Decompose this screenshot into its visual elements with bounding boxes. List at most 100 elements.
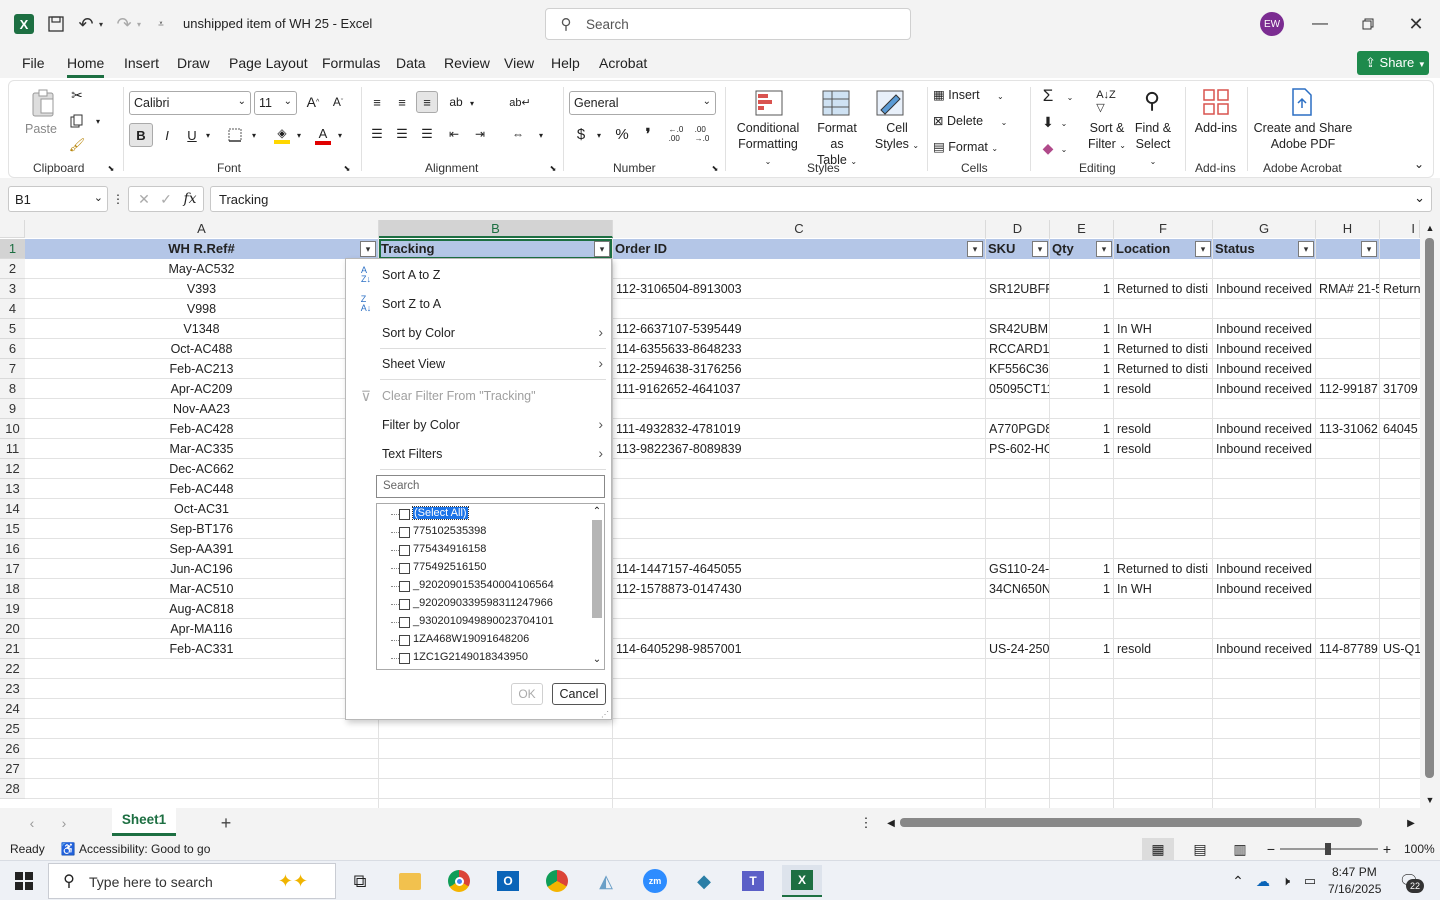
- cell-i[interactable]: [1380, 739, 1420, 759]
- resize-grip-icon[interactable]: ⋰: [600, 709, 610, 719]
- cell-d[interactable]: [986, 739, 1049, 759]
- cell-c[interactable]: 114-1447157-4645055: [613, 559, 985, 579]
- cell-c[interactable]: [613, 719, 985, 739]
- cell-c[interactable]: [613, 519, 985, 539]
- cell-c[interactable]: 112-2594638-3176256: [613, 359, 985, 379]
- scroll-up-icon[interactable]: ▲: [1424, 222, 1436, 234]
- row-header[interactable]: 16: [0, 539, 25, 559]
- create-pdf-icon[interactable]: [1287, 87, 1317, 117]
- cell-a[interactable]: [25, 699, 378, 719]
- row-header[interactable]: 7: [0, 359, 25, 379]
- row-header[interactable]: 20: [0, 619, 25, 639]
- cell-c[interactable]: 112-3106504-8913003: [613, 279, 985, 299]
- fill-dropdown-icon[interactable]: ⌄: [1059, 117, 1069, 129]
- cell-i[interactable]: [1380, 359, 1420, 379]
- filter-value-label[interactable]: 1ZC1G2149018343950: [413, 651, 528, 663]
- list-scroll-thumb[interactable]: [592, 520, 602, 618]
- cell-h[interactable]: [1316, 779, 1379, 799]
- cell-h[interactable]: [1316, 619, 1379, 639]
- cell-c[interactable]: [613, 699, 985, 719]
- cell-c[interactable]: 112-1578873-0147430: [613, 579, 985, 599]
- cell-g[interactable]: [1213, 259, 1315, 279]
- zoom-app-icon[interactable]: zm: [635, 865, 675, 897]
- cell-g[interactable]: [1213, 739, 1315, 759]
- increase-decimal-icon[interactable]: ←.0.00: [665, 123, 687, 145]
- tab-view[interactable]: View: [504, 55, 534, 71]
- header-cell-i[interactable]: [1380, 239, 1420, 259]
- row-header[interactable]: 4: [0, 299, 25, 319]
- cell-d[interactable]: RCCARD10C: [986, 339, 1049, 359]
- cell-g[interactable]: [1213, 779, 1315, 799]
- cell-g[interactable]: Inbound received: [1213, 439, 1315, 459]
- cell-h[interactable]: [1316, 399, 1379, 419]
- row-header[interactable]: 11: [0, 439, 25, 459]
- delete-cells-button[interactable]: ⊠ Delete ⌄: [933, 113, 1007, 131]
- paste-button[interactable]: Paste: [25, 121, 57, 137]
- tab-insert[interactable]: Insert: [124, 55, 159, 71]
- cell-f[interactable]: [1114, 539, 1212, 559]
- onedrive-icon[interactable]: ☁: [1252, 871, 1274, 891]
- cell-e[interactable]: [1050, 679, 1113, 699]
- cell-h[interactable]: [1316, 479, 1379, 499]
- more-options-icon[interactable]: ⋮: [112, 190, 124, 208]
- row-header[interactable]: 2: [0, 259, 25, 279]
- cell-c[interactable]: [613, 779, 985, 799]
- bottom-align-icon[interactable]: ≡: [416, 91, 438, 113]
- cell-h[interactable]: [1316, 439, 1379, 459]
- zoom-slider-handle[interactable]: [1325, 843, 1331, 855]
- copy-icon[interactable]: [67, 111, 87, 131]
- cell-c[interactable]: [613, 539, 985, 559]
- cell-i[interactable]: [1380, 619, 1420, 639]
- cell-d[interactable]: GS110-24-I: [986, 559, 1049, 579]
- cell-g[interactable]: Inbound received: [1213, 379, 1315, 399]
- filter-checkbox[interactable]: [399, 653, 410, 664]
- column-header-a[interactable]: A: [25, 220, 379, 238]
- filter-checkbox[interactable]: [399, 545, 410, 556]
- row-header[interactable]: 28: [0, 779, 25, 799]
- cell-f[interactable]: [1114, 659, 1212, 679]
- undo-icon[interactable]: ↶: [74, 12, 98, 36]
- cell-h[interactable]: [1316, 719, 1379, 739]
- cell-f[interactable]: Returned to disti: [1114, 339, 1212, 359]
- filter-checkbox[interactable]: [399, 581, 410, 592]
- alignment-launcher-icon[interactable]: ⬊: [548, 163, 558, 173]
- cell-d[interactable]: [986, 299, 1049, 319]
- cell-a[interactable]: Apr-MA116: [25, 619, 378, 639]
- cell-d[interactable]: [986, 759, 1049, 779]
- column-header-h[interactable]: H: [1316, 220, 1380, 238]
- cell-a[interactable]: Nov-AA23: [25, 399, 378, 419]
- row-header[interactable]: 21: [0, 639, 25, 659]
- zoom-out-icon[interactable]: −: [1264, 840, 1278, 858]
- cell-i[interactable]: Return: [1380, 279, 1420, 299]
- filter-button-c[interactable]: ▾: [967, 241, 983, 257]
- cell-e[interactable]: [1050, 459, 1113, 479]
- cell-g[interactable]: [1213, 759, 1315, 779]
- number-format-select[interactable]: General ⌄: [569, 91, 716, 115]
- merge-center-icon[interactable]: ⇔: [507, 123, 529, 145]
- cell-a[interactable]: Sep-BT176: [25, 519, 378, 539]
- cell-g[interactable]: [1213, 539, 1315, 559]
- page-layout-view-icon[interactable]: ▤: [1186, 838, 1214, 860]
- cell-d[interactable]: [986, 699, 1049, 719]
- app-icon[interactable]: ◭: [586, 865, 626, 897]
- font-launcher-icon[interactable]: ⬊: [342, 163, 352, 173]
- cell-e[interactable]: 1: [1050, 439, 1113, 459]
- app-icon-2[interactable]: ◆: [684, 865, 724, 897]
- cell-e[interactable]: [1050, 539, 1113, 559]
- decrease-decimal-icon[interactable]: .00 →.0: [691, 123, 713, 145]
- add-ins-button[interactable]: Add-ins: [1193, 120, 1239, 136]
- cell-h[interactable]: RMA# 21-5: [1316, 279, 1379, 299]
- tab-file[interactable]: File: [22, 55, 45, 71]
- middle-align-icon[interactable]: ≡: [391, 91, 413, 113]
- sort-by-color-item[interactable]: Sort by Color ›: [346, 320, 611, 346]
- cell-h[interactable]: [1316, 699, 1379, 719]
- cell-d[interactable]: US-24-250V: [986, 639, 1049, 659]
- row-header[interactable]: 3: [0, 279, 25, 299]
- cell-a[interactable]: Sep-AA391: [25, 539, 378, 559]
- cell-f[interactable]: [1114, 739, 1212, 759]
- cell-i[interactable]: [1380, 319, 1420, 339]
- cell-a[interactable]: [25, 659, 378, 679]
- wrap-text-icon[interactable]: ab↵: [509, 91, 531, 113]
- italic-icon[interactable]: I: [157, 123, 177, 147]
- worksheet-grid[interactable]: A B C D E F G H I 1 WH R.Ref# ▾ Tracking…: [0, 220, 1440, 808]
